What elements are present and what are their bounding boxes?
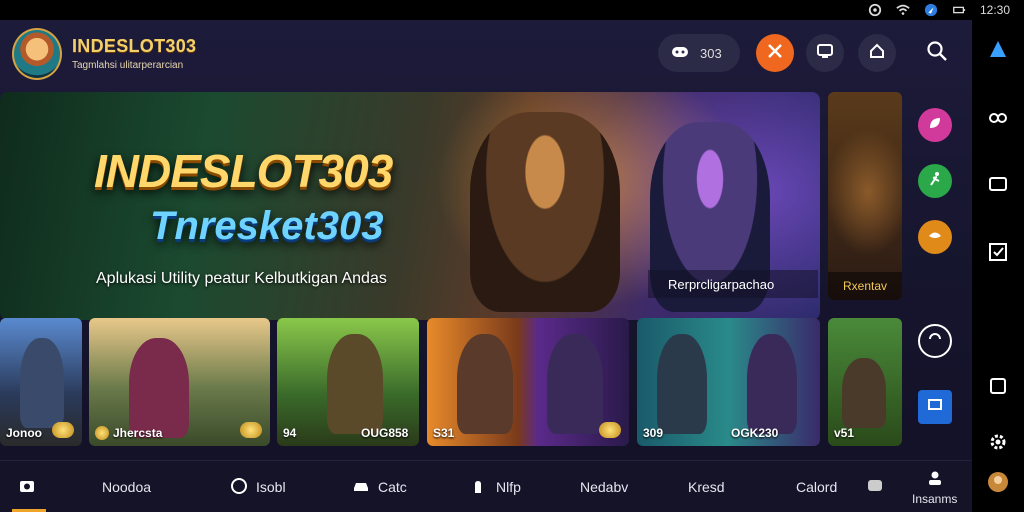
profile-icon <box>926 469 944 490</box>
scissors-icon <box>766 42 784 65</box>
thumb-figure <box>129 338 189 438</box>
assistant-button[interactable] <box>986 40 1010 64</box>
nav-item-badge[interactable] <box>866 461 884 512</box>
thumb-label: 94 <box>283 426 297 440</box>
thumb-label: v51 <box>834 426 855 440</box>
thumb-figure <box>327 334 383 434</box>
refresh-icon <box>927 331 943 352</box>
refresh-button[interactable] <box>918 324 952 358</box>
link-button[interactable] <box>986 108 1010 132</box>
thumb-figure <box>842 358 886 428</box>
side-action-1[interactable] <box>918 108 952 142</box>
bottom-nav: Noodoa Isobl Catc Nlfp Nedabv Kresd Calo… <box>0 460 972 512</box>
tv-icon <box>816 42 834 65</box>
coin-badge-icon <box>599 422 621 438</box>
search-icon <box>926 40 948 67</box>
side-action-3[interactable] <box>918 220 952 254</box>
chat-icon <box>866 477 884 498</box>
game-thumb-4[interactable]: S31 <box>427 318 629 446</box>
location-icon <box>924 3 938 17</box>
nav-item-1[interactable]: Noodoa <box>102 461 151 512</box>
nav-item-3[interactable]: Catc <box>352 461 407 512</box>
controller-icon <box>670 42 690 65</box>
thumb-figure <box>747 334 797 434</box>
checkbox-icon <box>987 241 1009 268</box>
wifi-icon <box>896 3 910 17</box>
brand-tagline: Tagmlahsi ulitarperarcian <box>72 60 184 71</box>
coin-badge-icon <box>240 422 262 438</box>
game-thumb-3[interactable]: 94 OUG858 <box>277 318 419 446</box>
thumb-label-2: OGK230 <box>731 426 779 440</box>
app-window: INDESLOT303 Tagmlahsi ulitarperarcian 30… <box>0 20 972 512</box>
game-thumb-1[interactable]: Jonoo <box>0 318 82 446</box>
square-icon <box>987 375 1009 402</box>
settings-button[interactable] <box>986 432 1010 456</box>
hero-description: Aplukasi Utility peatur Kelbutkigan Anda… <box>96 270 387 287</box>
square-button[interactable] <box>986 376 1010 400</box>
game-thumb-5[interactable]: 309 OGK230 <box>637 318 820 446</box>
home-button[interactable] <box>858 34 896 72</box>
link-icon <box>987 107 1009 134</box>
runner-icon <box>927 171 943 192</box>
nav-item-4[interactable]: Nlfp <box>470 461 521 512</box>
thumb-label: S31 <box>433 426 455 440</box>
leaf-icon <box>927 115 943 136</box>
bird-icon <box>927 227 943 248</box>
pill-count: 303 <box>700 45 722 61</box>
controller-pill-button[interactable]: 303 <box>658 34 740 72</box>
tv-button[interactable] <box>806 34 844 72</box>
nav-item-8[interactable]: Insanms <box>912 461 957 512</box>
hero-caption: Rerprcligarpachao <box>648 270 818 298</box>
at-icon <box>868 3 882 17</box>
thumb-label: Jhercsta <box>95 426 162 440</box>
thumb-figure <box>20 338 64 428</box>
user-avatar[interactable] <box>986 471 1010 498</box>
thumb-label: 309 <box>643 426 664 440</box>
window-icon <box>987 173 1009 200</box>
hero-subtitle: Tnresket303 <box>150 204 384 248</box>
thumb-label: Jonoo <box>6 426 42 440</box>
cast-icon <box>927 397 943 418</box>
clock-icon <box>230 477 248 498</box>
hand-icon <box>470 477 488 498</box>
brand-title: INDESLOT303 <box>72 36 197 56</box>
thumb-figure <box>657 334 707 434</box>
battery-icon <box>952 3 966 17</box>
thumb-label-2: OUG858 <box>361 426 409 440</box>
game-thumb-2[interactable]: Jhercsta <box>89 318 270 446</box>
coin-badge-icon <box>52 422 74 438</box>
checkbox-button[interactable] <box>986 242 1010 266</box>
nav-item-6[interactable]: Kresd <box>688 461 725 512</box>
brand-avatar-icon[interactable] <box>12 28 62 80</box>
hero-title: INDESLOT303 <box>94 145 393 197</box>
app-header: INDESLOT303 Tagmlahsi ulitarperarcian 30… <box>0 20 972 92</box>
thumb-figure <box>547 334 603 434</box>
status-time: 12:30 <box>979 3 1010 17</box>
hero-warrior-figure <box>470 112 620 312</box>
camera-icon <box>18 477 36 498</box>
nav-item-5[interactable]: Nedabv <box>580 461 628 512</box>
side-promo-card[interactable]: Rxentav <box>828 92 902 300</box>
home-icon <box>868 42 886 65</box>
status-bar: 12:30 <box>0 0 1024 20</box>
window-button[interactable] <box>986 174 1010 198</box>
side-card-label: Rxentav <box>828 272 902 300</box>
nav-item-home[interactable] <box>18 461 36 512</box>
avatar-icon <box>987 471 1009 498</box>
nav-item-2[interactable]: Isobl <box>230 461 286 512</box>
scissors-button[interactable] <box>756 34 794 72</box>
nav-item-7[interactable]: Calord <box>796 461 837 512</box>
hero-banner[interactable]: INDESLOT303 Tnresket303 Aplukasi Utility… <box>0 92 820 320</box>
car-icon <box>352 477 370 498</box>
cast-button[interactable] <box>918 390 952 424</box>
assistant-icon <box>987 39 1009 66</box>
gear-icon <box>987 431 1009 458</box>
thumb-figure <box>457 334 513 434</box>
side-action-2[interactable] <box>918 164 952 198</box>
system-sidebar <box>972 20 1024 512</box>
game-thumb-6[interactable]: v51 <box>828 318 902 446</box>
search-button[interactable] <box>918 34 956 72</box>
